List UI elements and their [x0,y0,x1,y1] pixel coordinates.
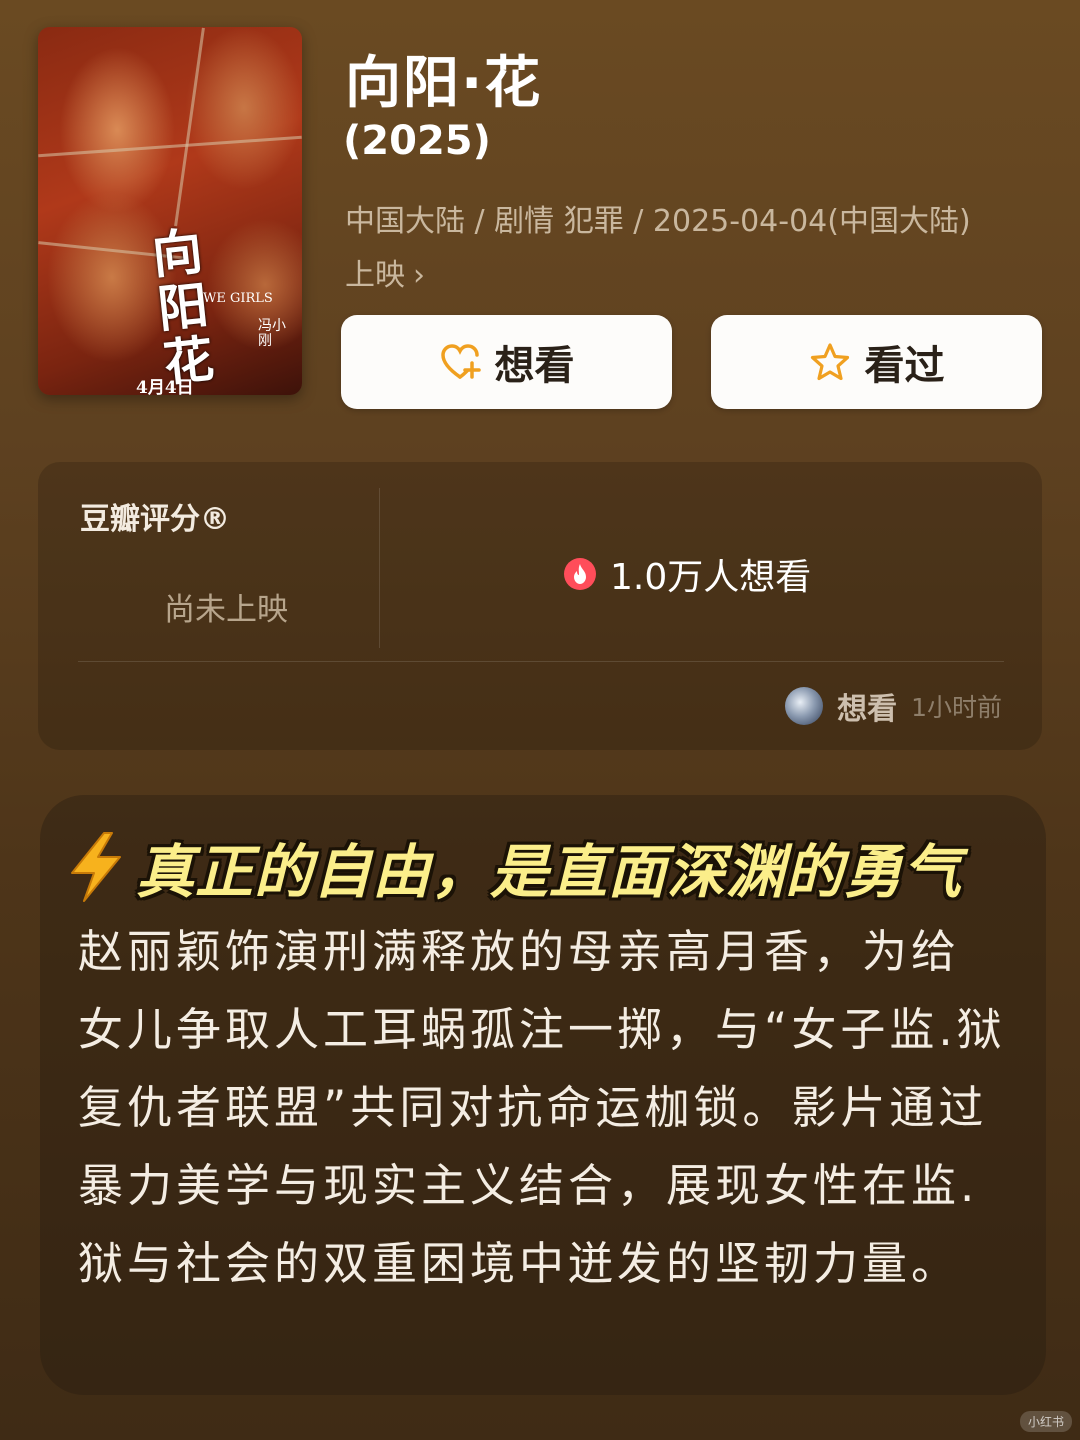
poster-crack [38,135,302,158]
star-outline-icon [809,341,851,383]
activity-time: 1小时前 [911,693,1002,722]
lightning-bolt-icon [64,831,128,903]
activity-action: 想看 [837,692,898,727]
rating-label: 豆瓣评分® [80,502,230,537]
rating-status: 尚未上映 [164,592,288,628]
movie-year: (2025) [343,118,491,164]
poster-credit: 冯小刚 [258,318,286,349]
friend-activity[interactable]: 想看 1小时前 [785,684,1002,728]
seen-button-label: 看过 [864,343,945,389]
description-headline-row: 真正的自由，是直面深渊的勇气 [64,825,962,909]
wish-button[interactable]: 想看 [341,315,672,409]
description-body: 赵丽颖饰演刑满释放的母亲高月香，为给女儿争取人工耳蜗孤注一掷，与“女子监.狱复仇… [78,925,1006,1290]
fire-icon [564,558,596,590]
movie-meta-line: 中国大陆 / 剧情 犯罪 / 2025-04-04(中国大陆) [345,204,971,239]
movie-meta-more[interactable]: 上映 › [345,250,1045,294]
poster-title-text: 向阳花 [149,221,217,393]
seen-button[interactable]: 看过 [711,315,1042,409]
avatar[interactable] [785,687,824,725]
watermark: 小红书 [1019,1411,1072,1432]
poster-crack [174,27,205,227]
rating-card: 豆瓣评分® 尚未上映 1.0万人想看 想看 1小时前 [38,462,1042,750]
chevron-right-icon: › [413,258,425,293]
rating-divider [379,488,380,648]
description-card: 真正的自由，是直面深渊的勇气 赵丽颖饰演刑满释放的母亲高月香，为给女儿争取人工耳… [40,795,1046,1395]
description-headline: 真正的自由，是直面深渊的勇气 [136,838,963,906]
movie-title: 向阳·花 [345,51,543,116]
wish-button-label: 想看 [494,343,575,389]
heart-plus-icon [439,341,481,383]
poster-english-title: WE GIRLS [203,291,273,306]
wish-count-text: 1.0万人想看 [610,557,812,598]
rating-divider-horizontal [78,661,1004,662]
poster-release-date: 4月4日 [136,378,194,395]
wish-count[interactable]: 1.0万人想看 [564,548,811,600]
movie-meta-release-label: 上映 [345,258,405,293]
movie-poster[interactable]: 向阳花 WE GIRLS 冯小刚 4月4日 [38,27,302,395]
